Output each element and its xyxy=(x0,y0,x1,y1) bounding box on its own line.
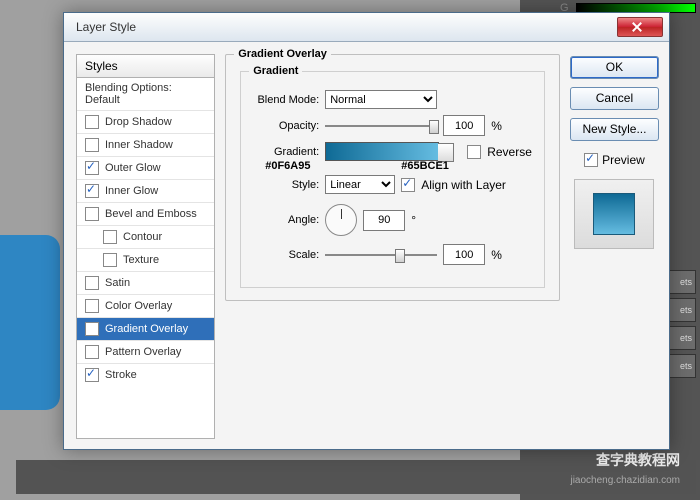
cancel-button[interactable]: Cancel xyxy=(570,87,659,110)
blending-options-label: Blending Options: Default xyxy=(85,82,206,106)
style-select[interactable]: Linear xyxy=(325,175,395,194)
color-code-1: #0F6A95 xyxy=(265,160,310,172)
chevron-down-icon xyxy=(441,149,449,154)
style-gradient-overlay[interactable]: Gradient Overlay xyxy=(77,317,214,340)
styles-header[interactable]: Styles xyxy=(76,54,215,78)
style-satin[interactable]: Satin xyxy=(77,271,214,294)
close-icon[interactable] xyxy=(617,17,663,37)
buttons-column: OK Cancel New Style... Preview xyxy=(570,54,659,439)
angle-dial[interactable] xyxy=(325,204,357,236)
style-label: Pattern Overlay xyxy=(105,346,181,358)
styles-column: Styles Blending Options: Default Drop Sh… xyxy=(76,54,215,439)
style-texture[interactable]: Texture xyxy=(77,248,214,271)
style-label: Satin xyxy=(105,277,130,289)
style-label: Drop Shadow xyxy=(105,116,172,128)
checkbox-icon[interactable] xyxy=(85,115,99,129)
style-label: Outer Glow xyxy=(105,162,161,174)
titlebar[interactable]: Layer Style xyxy=(64,13,669,42)
checkbox-icon[interactable] xyxy=(85,276,99,290)
style-inner-glow[interactable]: Inner Glow xyxy=(77,179,214,202)
checkbox-icon[interactable] xyxy=(85,322,99,336)
group-title: Gradient Overlay xyxy=(234,48,331,60)
style-label: Stroke xyxy=(105,369,137,381)
style-label: Bevel and Emboss xyxy=(105,208,197,220)
style-pattern-overlay[interactable]: Pattern Overlay xyxy=(77,340,214,363)
percent-label: % xyxy=(491,119,502,133)
scale-input[interactable] xyxy=(443,244,485,265)
checkbox-icon[interactable] xyxy=(103,230,117,244)
style-label: Inner Glow xyxy=(105,185,158,197)
style-stroke[interactable]: Stroke xyxy=(77,363,214,386)
blend-mode-label: Blend Mode: xyxy=(253,94,319,106)
preview-label: Preview xyxy=(602,153,645,167)
color-code-2: #65BCE1 xyxy=(401,160,449,172)
percent-label-2: % xyxy=(491,248,502,262)
align-checkbox[interactable] xyxy=(401,178,415,192)
style-bevel-emboss[interactable]: Bevel and Emboss xyxy=(77,202,214,225)
dialog-title: Layer Style xyxy=(68,20,136,34)
blending-options-item[interactable]: Blending Options: Default xyxy=(77,78,214,110)
gradient-overlay-group: Gradient Overlay Gradient Blend Mode: No… xyxy=(225,54,560,301)
style-label: Contour xyxy=(123,231,162,243)
angle-label: Angle: xyxy=(253,214,319,226)
options-column: Gradient Overlay Gradient Blend Mode: No… xyxy=(225,54,560,439)
scale-slider[interactable] xyxy=(325,247,437,263)
style-label-text: Style: xyxy=(253,179,319,191)
bottom-panel xyxy=(16,460,696,494)
canvas-shape xyxy=(0,235,60,410)
checkbox-icon[interactable] xyxy=(85,138,99,152)
checkbox-icon[interactable] xyxy=(85,368,99,382)
gradient-swatch[interactable] xyxy=(325,142,439,161)
checkbox-icon[interactable] xyxy=(85,299,99,313)
style-label: Color Overlay xyxy=(105,300,172,312)
reverse-label: Reverse xyxy=(487,145,532,159)
checkbox-icon[interactable] xyxy=(85,184,99,198)
gradient-label: Gradient: xyxy=(253,146,319,158)
styles-list: Blending Options: Default Drop Shadow In… xyxy=(76,78,215,439)
preview-box xyxy=(574,179,654,249)
layer-style-dialog: Layer Style Styles Blending Options: Def… xyxy=(63,12,670,450)
style-outer-glow[interactable]: Outer Glow xyxy=(77,156,214,179)
scale-label: Scale: xyxy=(253,249,319,261)
angle-input[interactable] xyxy=(363,210,405,231)
checkbox-icon[interactable] xyxy=(85,207,99,221)
checkbox-icon[interactable] xyxy=(85,161,99,175)
gradient-group: Gradient Blend Mode: Normal Opacity: xyxy=(240,71,545,288)
align-label: Align with Layer xyxy=(421,178,506,192)
opacity-slider[interactable] xyxy=(325,118,437,134)
ok-button[interactable]: OK xyxy=(570,56,659,79)
style-color-overlay[interactable]: Color Overlay xyxy=(77,294,214,317)
style-inner-shadow[interactable]: Inner Shadow xyxy=(77,133,214,156)
new-style-button[interactable]: New Style... xyxy=(570,118,659,141)
degree-label: ° xyxy=(411,213,416,227)
opacity-input[interactable] xyxy=(443,115,485,136)
style-label: Gradient Overlay xyxy=(105,323,188,335)
blend-mode-select[interactable]: Normal xyxy=(325,90,437,109)
opacity-label: Opacity: xyxy=(253,120,319,132)
checkbox-icon[interactable] xyxy=(85,345,99,359)
style-contour[interactable]: Contour xyxy=(77,225,214,248)
style-label: Texture xyxy=(123,254,159,266)
reverse-checkbox[interactable] xyxy=(467,145,481,159)
style-drop-shadow[interactable]: Drop Shadow xyxy=(77,110,214,133)
checkbox-icon[interactable] xyxy=(103,253,117,267)
style-label: Inner Shadow xyxy=(105,139,173,151)
inner-group-title: Gradient xyxy=(249,65,302,77)
preview-thumbnail xyxy=(593,193,635,235)
preview-checkbox[interactable] xyxy=(584,153,598,167)
